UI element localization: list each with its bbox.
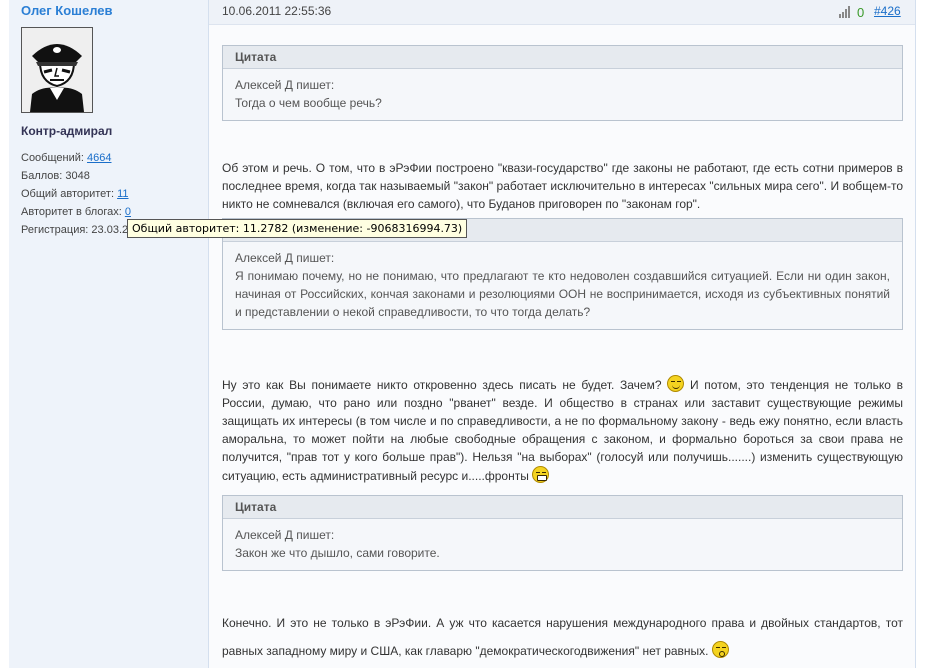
post-rating: 0 [857, 5, 865, 20]
quote-text: Тогда о чем вообще речь? [235, 96, 382, 110]
post-paragraph: Конечно. И это не только в эРэФии. А уж … [222, 609, 903, 665]
post: 10.06.2011 22:55:36 0 #426 Цитата Алексе… [209, 0, 916, 668]
user-sidebar: Олег Кошелев Контр-адмирал Сообщений: 46… [9, 0, 209, 668]
stat-label: Общий авторитет: [21, 188, 115, 200]
quote-header: Цитата [223, 496, 902, 519]
quote-author: Алексей Д пишет: [235, 78, 335, 92]
stat-registration: Регистрация: 23.03.2 [21, 221, 131, 239]
stat-label: Сообщений: [21, 152, 84, 164]
quote-block: Цитата Алексей Д пишет: Тогда о чем вооб… [222, 45, 903, 121]
post-paragraph: Об этом и речь. О том, что в эРэФии пост… [222, 161, 903, 211]
stat-posts: Сообщений: 4664 [21, 149, 131, 167]
post-number-link[interactable]: #426 [874, 4, 901, 18]
post-paragraph: Ну это как Вы понимаете никто откровенно… [222, 375, 903, 485]
wink-smiley-icon [667, 375, 685, 392]
quote-author: Алексей Д пишет: [235, 251, 335, 265]
stat-blog-authority: Авторитет в блогах: 0 [21, 203, 131, 221]
user-rank: Контр-адмирал [21, 124, 113, 138]
posts-count-link[interactable]: 4664 [87, 152, 111, 164]
quote-block: Цитата Алексей Д пишет: Закон же что дыш… [222, 495, 903, 571]
quote-body: Алексей Д пишет: Я понимаю почему, но не… [223, 242, 902, 329]
quote-body: Алексей Д пишет: Закон же что дышло, сам… [223, 519, 902, 570]
post-header: 10.06.2011 22:55:36 0 #426 [209, 0, 915, 25]
quote-body: Алексей Д пишет: Тогда о чем вообще речь… [223, 69, 902, 120]
authority-link[interactable]: 11 [117, 188, 128, 200]
paragraph-text: Конечно. И это не только в эРэФии. А уж … [222, 616, 903, 658]
quote-text: Я понимаю почему, но не понимаю, что пре… [235, 269, 890, 319]
paragraph-text: И потом, это тенденция не только в Росси… [222, 378, 904, 483]
stat-points: Баллов: 3048 [21, 167, 131, 185]
username[interactable]: Олег Кошелев [21, 3, 113, 18]
stat-label: Регистрация: [21, 224, 89, 236]
rating-bars-icon[interactable] [839, 6, 853, 18]
surprised-smiley-icon [711, 641, 729, 658]
user-stats: Сообщений: 4664 Баллов: 3048 Общий автор… [21, 149, 131, 239]
stat-label: Авторитет в блогах: [21, 206, 122, 218]
registration-value: 23.03.2 [91, 224, 129, 236]
authority-tooltip: Общий авторитет: 11.2782 (изменение: -90… [127, 219, 468, 238]
quote-text: Закон же что дышло, сами говорите. [235, 546, 440, 560]
stat-authority: Общий авторитет: 11 [21, 185, 131, 203]
blog-authority-link[interactable]: 0 [125, 206, 131, 218]
grin-smiley-icon [532, 466, 550, 483]
points-value: 3048 [65, 170, 90, 182]
post-date: 10.06.2011 22:55:36 [222, 4, 332, 18]
quote-author: Алексей Д пишет: [235, 528, 335, 542]
avatar [21, 27, 93, 113]
paragraph-text: Ну это как Вы понимаете никто откровенно… [222, 378, 668, 392]
stat-label: Баллов: [21, 170, 63, 182]
quote-header: Цитата [223, 46, 902, 69]
